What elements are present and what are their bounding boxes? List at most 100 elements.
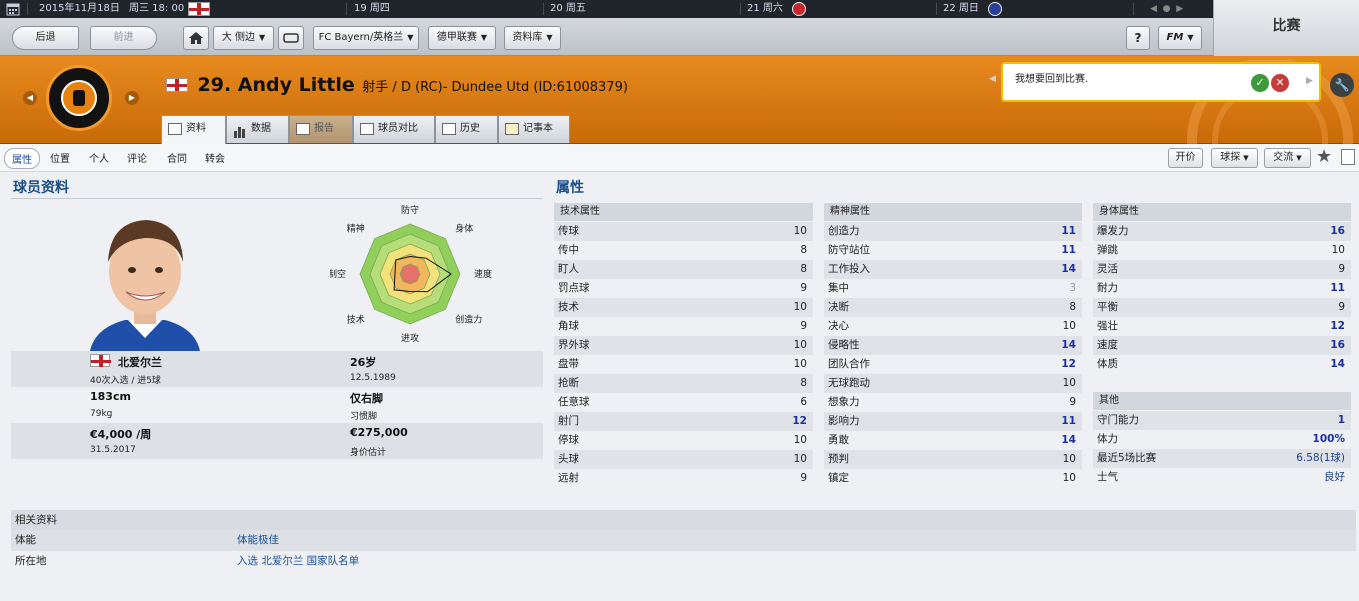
attribute-name: 抢断 <box>558 377 579 389</box>
mental-attribute-row: 镇定 10 <box>824 469 1082 488</box>
attribute-name: 决心 <box>828 320 849 332</box>
wrench-icon[interactable]: 🔧 <box>1330 73 1354 97</box>
physical-attribute-row: 体质 14 <box>1093 355 1351 374</box>
mental-header: 精神属性 <box>824 203 1082 221</box>
star-icon[interactable]: ★ <box>1316 146 1332 167</box>
attribute-name: 射门 <box>558 415 579 427</box>
attribute-value: 10 <box>793 453 807 465</box>
attribute-name: 体质 <box>1097 358 1118 370</box>
attribute-value: 14 <box>1330 358 1345 370</box>
attribute-value: 10 <box>1062 472 1076 484</box>
database-dropdown[interactable]: 资料库 ▼ <box>504 26 561 50</box>
attribute-value: 14 <box>1061 434 1076 446</box>
subnav-reviews[interactable]: 评论 <box>127 150 147 165</box>
technical-attribute-row: 抢断 8 <box>554 374 813 393</box>
attribute-value: 12 <box>792 415 807 427</box>
club-badge-icon <box>792 1 806 19</box>
attribute-name: 无球跑动 <box>828 377 870 389</box>
physical-header: 身体属性 <box>1093 203 1351 221</box>
home-icon <box>189 32 203 44</box>
mental-attribute-row: 决心 10 <box>824 317 1082 336</box>
attribute-value: 16 <box>1330 339 1345 351</box>
day-20[interactable]: 20 周五 <box>550 0 586 18</box>
other-attribute-row: 最近5场比赛 6.58(1球) <box>1093 449 1351 468</box>
tab-report[interactable]: 报告 <box>289 115 353 143</box>
tab-profile[interactable]: 资料 <box>161 115 226 144</box>
attribute-name: 预判 <box>828 453 849 465</box>
attribute-value: 10 <box>793 301 807 313</box>
subnav-positions[interactable]: 位置 <box>50 150 70 165</box>
fm-menu-button[interactable]: FM ▼ <box>1158 26 1202 50</box>
league-dropdown[interactable]: 德甲联赛 ▼ <box>428 26 496 50</box>
dismiss-icon[interactable]: ✕ <box>1271 74 1289 92</box>
physical-attribute-row: 灵活 9 <box>1093 260 1351 279</box>
physical-attribute-row: 弹跳 10 <box>1093 241 1351 260</box>
attribute-value: 14 <box>1061 339 1076 351</box>
attribute-name: 创造力 <box>828 225 860 237</box>
other-attribute-row: 士气 良好 <box>1093 468 1351 487</box>
prev-club-icon[interactable]: ◀ <box>23 91 37 105</box>
attribute-name: 防守站位 <box>828 244 870 256</box>
match-panel[interactable]: 比赛 <box>1213 0 1359 56</box>
view-mode-dropdown[interactable]: 大 侧边 ▼ <box>213 26 274 50</box>
contract-end-value: 31.5.2017 <box>90 445 136 455</box>
scout-label: 球探 <box>1220 152 1241 163</box>
current-weekday-time: 周三 18: 00 <box>129 3 185 14</box>
screen-icon <box>283 33 299 43</box>
attribute-value: 9 <box>800 282 807 294</box>
attribute-value: 良好 <box>1324 471 1345 483</box>
attribute-name: 停球 <box>558 434 579 446</box>
day-19[interactable]: 19 周四 <box>354 0 390 18</box>
subnav-attributes[interactable]: 属性 <box>4 148 40 169</box>
radar-label: 速度 <box>474 268 492 280</box>
screen-toggle-button[interactable] <box>278 26 304 50</box>
radar-label: 技术 <box>347 313 365 325</box>
attribute-value: 14 <box>1061 263 1076 275</box>
forward-button[interactable]: 前进 <box>90 26 157 50</box>
scroll-dots-icon[interactable]: ◀ ● ▶ <box>1150 0 1183 18</box>
attribute-name: 集中 <box>828 282 849 294</box>
physical-attribute-row: 耐力 11 <box>1093 279 1351 298</box>
attribute-value: 1 <box>1337 414 1345 426</box>
tab-compare[interactable]: 球员对比 <box>353 115 435 143</box>
attribute-name: 远射 <box>558 472 579 484</box>
attribute-value: 10 <box>1062 453 1076 465</box>
info-row-body: 183cm 79kg 仅右脚 习惯脚 <box>11 387 543 423</box>
attribute-value: 16 <box>1330 225 1345 237</box>
subnav-personal[interactable]: 个人 <box>89 150 109 165</box>
tab-history[interactable]: 历史 <box>435 115 498 143</box>
next-club-icon[interactable]: ▶ <box>125 91 139 105</box>
add-note-icon[interactable] <box>1341 149 1355 165</box>
mental-attribute-row: 无球跑动 10 <box>824 374 1082 393</box>
interact-dropdown[interactable]: 交流 ▼ <box>1264 148 1311 168</box>
notif-prev-icon[interactable]: ◀ <box>989 74 996 84</box>
back-button[interactable]: 后退 <box>12 26 79 50</box>
scout-dropdown[interactable]: 球探 ▼ <box>1211 148 1258 168</box>
technical-attribute-row: 传中 8 <box>554 241 813 260</box>
subnav-transfer[interactable]: 转会 <box>205 150 225 165</box>
day-22[interactable]: 22 周日 <box>943 0 979 18</box>
fm-label: FM <box>1166 32 1184 43</box>
tab-notebook[interactable]: 记事本 <box>498 115 570 143</box>
tab-stats[interactable]: 数据 <box>226 115 289 143</box>
club-dropdown[interactable]: FC Bayern/英格兰 ▼ <box>313 26 419 50</box>
profile-section-title: 球员资料 <box>13 180 69 196</box>
nationality-value[interactable]: 北爱尔兰 <box>118 354 162 370</box>
attribute-value: 11 <box>1330 282 1345 294</box>
offer-button[interactable]: 开价 <box>1168 148 1203 168</box>
location-value[interactable]: 入选 北爱尔兰 国家队名单 <box>237 551 359 572</box>
notif-next-icon[interactable]: ▶ <box>1306 76 1313 86</box>
fitness-value[interactable]: 体能极佳 <box>237 530 279 551</box>
home-button[interactable] <box>183 26 209 50</box>
attribute-name: 传球 <box>558 225 579 237</box>
subnav-contract[interactable]: 合同 <box>167 150 187 165</box>
confirm-icon[interactable]: ✓ <box>1251 74 1269 92</box>
attribute-name: 团队合作 <box>828 358 870 370</box>
caps-value: 40次入选 / 进5球 <box>90 376 161 386</box>
attributes-section-title: 属性 <box>556 180 584 196</box>
day-21[interactable]: 21 周六 <box>747 0 783 18</box>
attribute-name: 勇敢 <box>828 434 849 446</box>
help-button[interactable]: ? <box>1126 26 1150 50</box>
tab-stats-label: 数据 <box>251 123 271 134</box>
calendar-icon[interactable] <box>6 0 20 18</box>
